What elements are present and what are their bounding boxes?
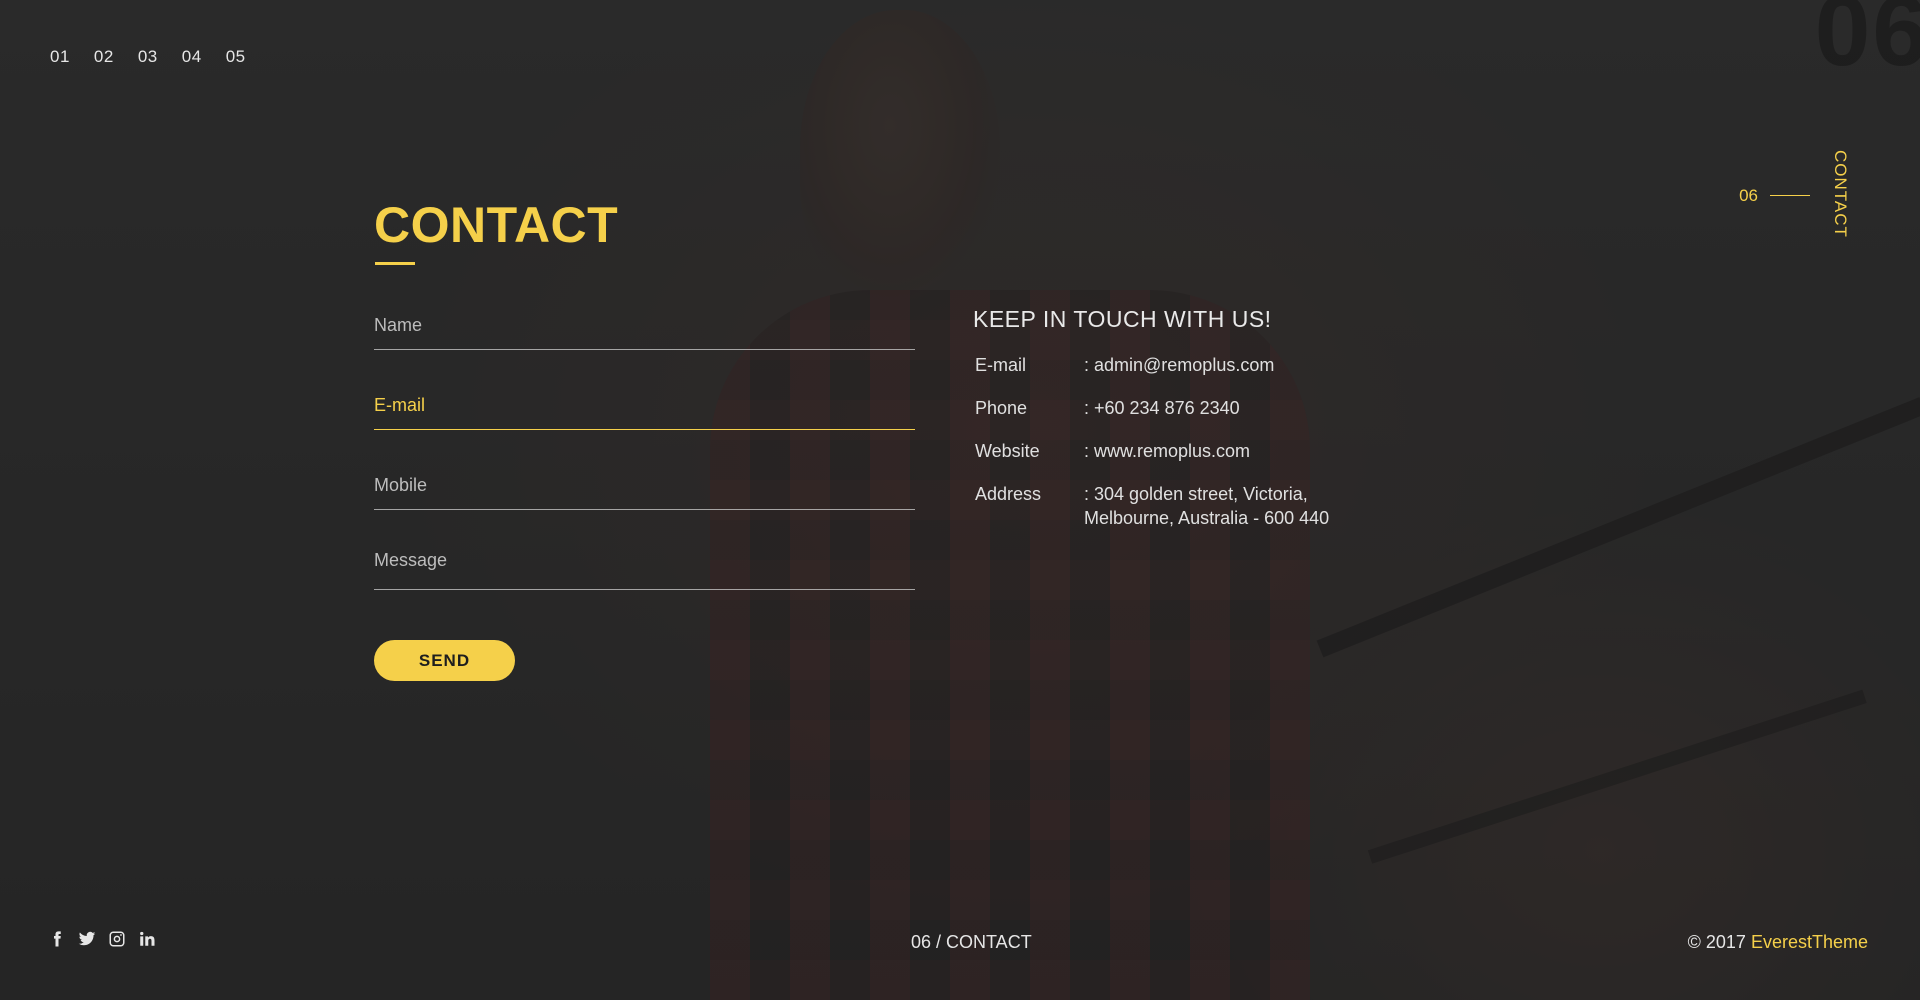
info-row-website: Website : www.remoplus.com bbox=[973, 439, 1473, 463]
social-links bbox=[48, 930, 156, 948]
facebook-icon[interactable] bbox=[48, 930, 66, 948]
contact-form: SEND bbox=[374, 300, 915, 681]
contact-info: KEEP IN TOUCH WITH US! E-mail : admin@re… bbox=[973, 306, 1473, 549]
info-label-email: E-mail bbox=[975, 355, 1027, 375]
send-button[interactable]: SEND bbox=[374, 640, 515, 681]
dark-overlay bbox=[0, 0, 1920, 1000]
info-label-address: Address bbox=[975, 484, 1042, 504]
side-section-number: 06 bbox=[1739, 186, 1758, 205]
side-indicator-line bbox=[1770, 195, 1810, 196]
nav-item-04[interactable]: 04 bbox=[182, 47, 202, 67]
info-value-email: : admin@remoplus.com bbox=[1084, 355, 1275, 375]
email-field-underline bbox=[374, 429, 915, 430]
title-underline bbox=[375, 262, 415, 265]
nav-item-02[interactable]: 02 bbox=[94, 47, 114, 67]
info-value-address: : 304 golden street, Victoria, Melbourne… bbox=[1084, 484, 1330, 528]
info-label-phone: Phone bbox=[975, 398, 1028, 418]
name-field-underline bbox=[374, 349, 915, 350]
mobile-field-wrapper bbox=[374, 460, 915, 540]
message-field-wrapper bbox=[374, 540, 915, 620]
nav-item-03[interactable]: 03 bbox=[138, 47, 158, 67]
mobile-input[interactable] bbox=[374, 470, 915, 500]
copyright: © 2017 EverestTheme bbox=[1688, 932, 1868, 953]
nav-item-05[interactable]: 05 bbox=[226, 47, 246, 67]
section-nav: 01 02 03 04 05 bbox=[50, 47, 246, 67]
name-field-wrapper bbox=[374, 300, 915, 380]
email-field-wrapper bbox=[374, 380, 915, 460]
page-title: CONTACT bbox=[374, 197, 619, 253]
linkedin-icon[interactable] bbox=[138, 930, 156, 948]
side-section-indicator: 06 CONTACT bbox=[1739, 150, 1850, 238]
twitter-icon[interactable] bbox=[78, 930, 96, 948]
name-input[interactable] bbox=[374, 310, 915, 340]
mobile-field-underline bbox=[374, 509, 915, 510]
nav-item-01[interactable]: 01 bbox=[50, 47, 70, 67]
contact-info-heading: KEEP IN TOUCH WITH US! bbox=[973, 306, 1272, 332]
section-number-watermark: 06 bbox=[1814, 0, 1920, 87]
info-row-email: E-mail : admin@remoplus.com bbox=[973, 353, 1473, 377]
message-field-underline bbox=[374, 589, 915, 590]
email-input[interactable] bbox=[374, 390, 915, 420]
side-section-label: CONTACT bbox=[1831, 150, 1850, 238]
brand-link[interactable]: EverestTheme bbox=[1751, 932, 1868, 952]
footer-section-label: 06 / CONTACT bbox=[911, 932, 1032, 952]
instagram-icon[interactable] bbox=[108, 930, 126, 948]
info-row-phone: Phone : +60 234 876 2340 bbox=[973, 396, 1473, 420]
message-textarea[interactable] bbox=[374, 550, 915, 580]
copyright-prefix: © 2017 bbox=[1687, 932, 1751, 952]
info-value-phone: : +60 234 876 2340 bbox=[1084, 398, 1240, 418]
info-value-website: : www.remoplus.com bbox=[1084, 441, 1251, 461]
info-row-address: Address : 304 golden street, Victoria, M… bbox=[973, 482, 1473, 530]
info-label-website: Website bbox=[975, 441, 1040, 461]
